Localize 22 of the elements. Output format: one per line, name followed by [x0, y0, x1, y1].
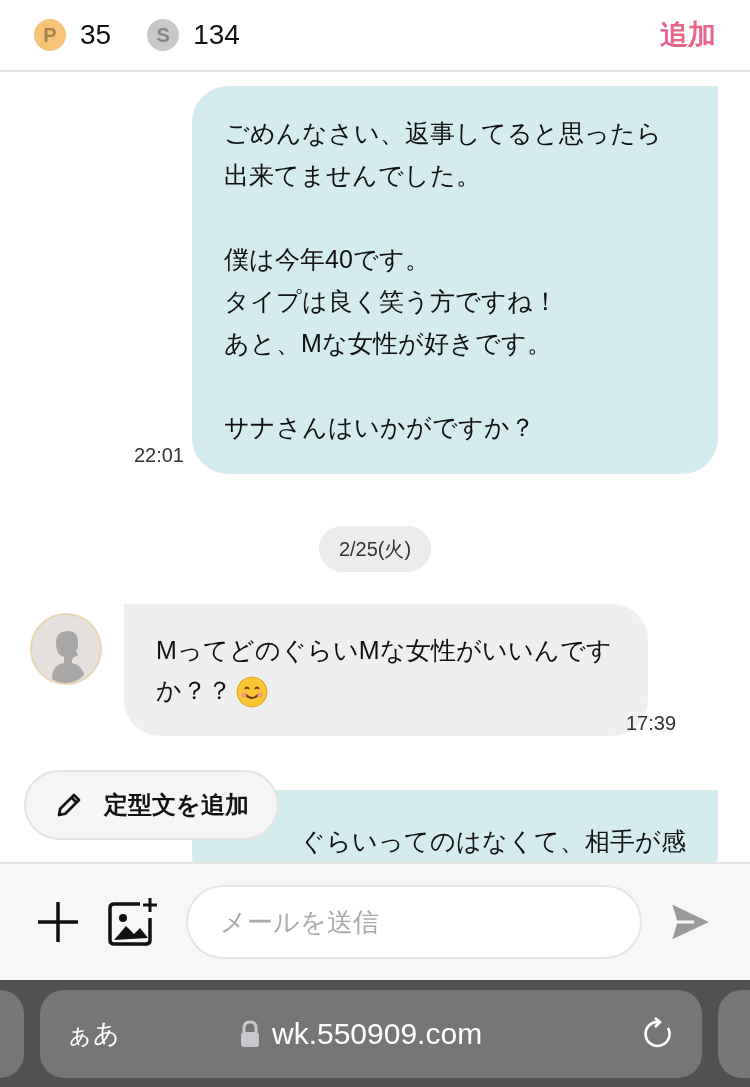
message-input-field[interactable]: メールを送信 [186, 885, 642, 959]
plus-icon[interactable] [36, 900, 80, 944]
message-text: ごめんなさい、返事してると思ったら出来てませんでした。 [224, 118, 663, 191]
add-button[interactable]: 追加 [660, 14, 716, 56]
points-count: 134 [193, 18, 240, 52]
message-time: 17:39 [626, 711, 677, 736]
coin-icon: S [147, 19, 180, 51]
template-add-button[interactable]: 定型文を追加 [24, 770, 279, 840]
avatar-icon [30, 613, 102, 685]
message-text: タイプは良く笑う方ですね！ [224, 286, 559, 317]
points-count: 35 [80, 18, 112, 52]
lock-icon [240, 1019, 260, 1048]
message-text: サナさんはいかがですか？ [224, 412, 536, 443]
message-time: 22:01 [133, 443, 184, 468]
message-text: あと、Mな女性が好きです。 [224, 328, 553, 359]
url-text: wk.550909.com [272, 1016, 483, 1052]
text-size-button[interactable]: ぁあ [66, 1014, 120, 1053]
add-image-icon[interactable] [106, 896, 160, 948]
address-bar[interactable]: ぁあ wk.550909.com [40, 989, 702, 1078]
message-text: 僕は今年40です。 [224, 244, 431, 275]
coin-icon: P [34, 19, 66, 51]
date-label: 2/25(火) [318, 526, 432, 572]
